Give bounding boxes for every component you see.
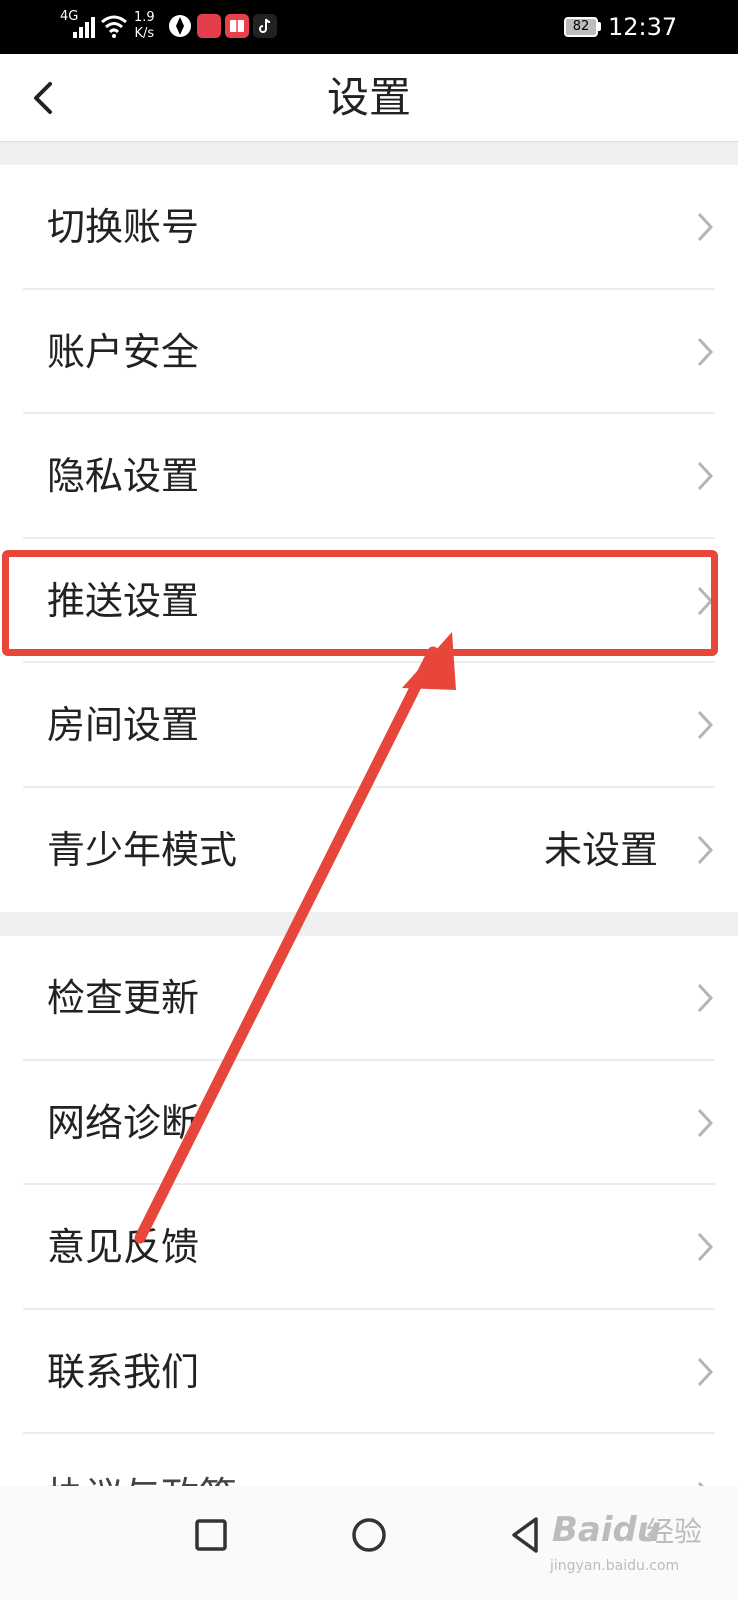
status-clock: 12:37 <box>608 13 678 41</box>
watermark-cn: 经验 <box>646 1515 703 1548</box>
settings-row-label: 检查更新 <box>47 976 200 1020</box>
settings-group-account: 切换账号 账户安全 隐私设置 推送设置 房间设置 青少年模式 未设置 <box>0 165 738 912</box>
settings-row-privacy[interactable]: 隐私设置 <box>0 414 738 539</box>
settings-row-label: 隐私设置 <box>47 454 200 498</box>
chevron-right-icon <box>697 212 714 242</box>
signal-icon <box>73 17 95 38</box>
huawei-app-icon <box>197 14 221 38</box>
back-triangle-icon[interactable] <box>502 1510 552 1560</box>
settings-row-label: 网络诊断 <box>47 1100 200 1145</box>
chevron-right-icon <box>697 1357 714 1386</box>
watermark-brand: Baidu <box>552 1510 662 1550</box>
speed-unit: K/s <box>134 26 155 41</box>
chevron-right-icon <box>697 1108 714 1137</box>
battery-icon: 82 <box>564 17 598 37</box>
settings-row-switch-account[interactable]: 切换账号 <box>0 165 738 290</box>
speed-value: 1.9 <box>134 10 155 25</box>
settings-row-label: 意见反馈 <box>47 1225 200 1269</box>
settings-row-network-diagnosis[interactable]: 网络诊断 <box>0 1061 738 1185</box>
settings-row-value: 未设置 <box>543 827 658 872</box>
settings-row-label: 账户安全 <box>47 329 200 374</box>
battery-tip <box>598 22 601 31</box>
header-bar: 设置 <box>0 54 738 142</box>
watermark-url: jingyan.baidu.com <box>550 1558 680 1574</box>
annotation-highlight-box <box>2 550 718 656</box>
status-bar: 4G 1.9 K/s 82 12:37 <box>0 0 738 54</box>
settings-row-teen-mode[interactable]: 青少年模式 未设置 <box>0 788 738 913</box>
tiktok-app-icon <box>253 14 277 38</box>
settings-row-feedback[interactable]: 意见反馈 <box>0 1185 738 1310</box>
chevron-right-icon <box>697 710 714 740</box>
chevron-right-icon <box>697 337 714 366</box>
network-speed: 1.9 K/s <box>134 10 155 42</box>
settings-row-label: 切换账号 <box>47 205 200 249</box>
settings-group-support: 检查更新 网络诊断 意见反馈 联系我们 协议与政策 <box>0 936 738 1518</box>
recent-apps-icon[interactable] <box>186 1510 236 1560</box>
settings-row-label: 联系我们 <box>47 1349 200 1394</box>
wifi-icon <box>101 15 127 38</box>
chevron-right-icon <box>697 461 714 491</box>
settings-row-account-security[interactable]: 账户安全 <box>0 290 738 414</box>
page-title: 设置 <box>326 73 411 122</box>
settings-row-label: 房间设置 <box>47 703 200 747</box>
settings-row-label: 青少年模式 <box>47 827 238 872</box>
home-icon[interactable] <box>344 1510 394 1560</box>
reader-app-icon <box>225 14 249 38</box>
settings-row-contact-us[interactable]: 联系我们 <box>0 1310 738 1434</box>
baidu-watermark: Baidu 经验 jingyan.baidu.com <box>548 1510 728 1590</box>
chevron-right-icon <box>697 1232 714 1262</box>
settings-row-room[interactable]: 房间设置 <box>0 663 738 788</box>
settings-row-check-update[interactable]: 检查更新 <box>0 936 738 1061</box>
app-icon-1 <box>169 15 191 37</box>
chevron-right-icon <box>697 835 714 864</box>
chevron-right-icon <box>697 983 714 1013</box>
